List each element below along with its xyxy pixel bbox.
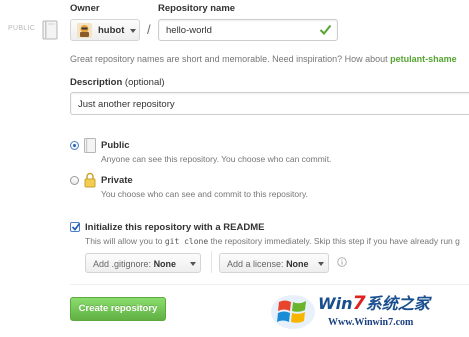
owner-name: hubot bbox=[98, 25, 125, 36]
name-suggestion-link[interactable]: petulant-shame bbox=[390, 54, 457, 64]
divider-line bbox=[70, 284, 469, 285]
name-hint: Great repository names are short and mem… bbox=[70, 54, 457, 64]
readme-description: This will allow you to git clone the rep… bbox=[85, 236, 460, 246]
check-icon bbox=[71, 222, 81, 231]
avatar-icon bbox=[77, 23, 92, 38]
windows-logo-watermark bbox=[271, 295, 315, 329]
description-label: Description (optional) bbox=[70, 77, 165, 88]
owner-label: Owner bbox=[70, 3, 100, 14]
create-repository-button[interactable]: Create repository bbox=[70, 297, 166, 321]
caret-down-icon bbox=[130, 29, 136, 33]
path-separator: / bbox=[147, 22, 151, 37]
license-prefix: Add a license: bbox=[227, 259, 284, 269]
public-radio[interactable] bbox=[70, 141, 79, 150]
readme-desc-code: git clone bbox=[164, 237, 209, 246]
repo-name-value: hello-world bbox=[166, 25, 212, 36]
description-value: Just another repository bbox=[78, 99, 175, 110]
gitignore-select[interactable]: Add .gitignore: None bbox=[85, 253, 201, 273]
readme-desc-post: the repository immediately. Skip this st… bbox=[208, 236, 460, 246]
public-description: Anyone can see this repository. You choo… bbox=[101, 154, 332, 164]
license-value: None bbox=[286, 259, 309, 269]
watermark-brand-pre: Win bbox=[318, 294, 353, 313]
select-divider bbox=[211, 251, 212, 273]
license-select[interactable]: Add a license: None bbox=[219, 253, 329, 273]
readme-title: Initialize this repository with a README bbox=[85, 222, 265, 233]
owner-dropdown[interactable]: hubot bbox=[70, 19, 140, 41]
readme-desc-pre: This will allow you to bbox=[85, 236, 165, 246]
private-title: Private bbox=[101, 175, 133, 186]
watermark-brand: Win7系统之家 bbox=[318, 290, 430, 314]
private-radio[interactable] bbox=[70, 176, 79, 185]
caret-down-icon bbox=[190, 262, 196, 266]
private-description: You choose who can see and commit to thi… bbox=[101, 189, 308, 199]
check-icon bbox=[319, 24, 332, 35]
caret-down-icon bbox=[318, 262, 324, 266]
info-icon[interactable] bbox=[337, 257, 347, 267]
description-label-text: Description bbox=[70, 77, 123, 88]
watermark-url: Www.Winwin7.com bbox=[328, 317, 414, 328]
gitignore-prefix: Add .gitignore: bbox=[93, 259, 152, 269]
repo-name-input[interactable]: hello-world bbox=[158, 19, 338, 41]
watermark-brand-post: 系统之家 bbox=[365, 294, 430, 313]
public-badge: PUBLIC bbox=[8, 25, 36, 32]
readme-checkbox[interactable] bbox=[70, 222, 81, 232]
book-icon bbox=[42, 20, 58, 40]
description-input[interactable]: Just another repository bbox=[70, 92, 469, 115]
description-optional: (optional) bbox=[124, 77, 165, 88]
gitignore-value: None bbox=[153, 259, 177, 269]
name-hint-text: Great repository names are short and mem… bbox=[70, 54, 391, 64]
lock-icon bbox=[84, 172, 96, 188]
book-icon bbox=[84, 138, 96, 153]
watermark-brand-seven: 7 bbox=[352, 292, 366, 314]
repo-name-label: Repository name bbox=[158, 3, 236, 14]
public-title: Public bbox=[101, 140, 130, 151]
